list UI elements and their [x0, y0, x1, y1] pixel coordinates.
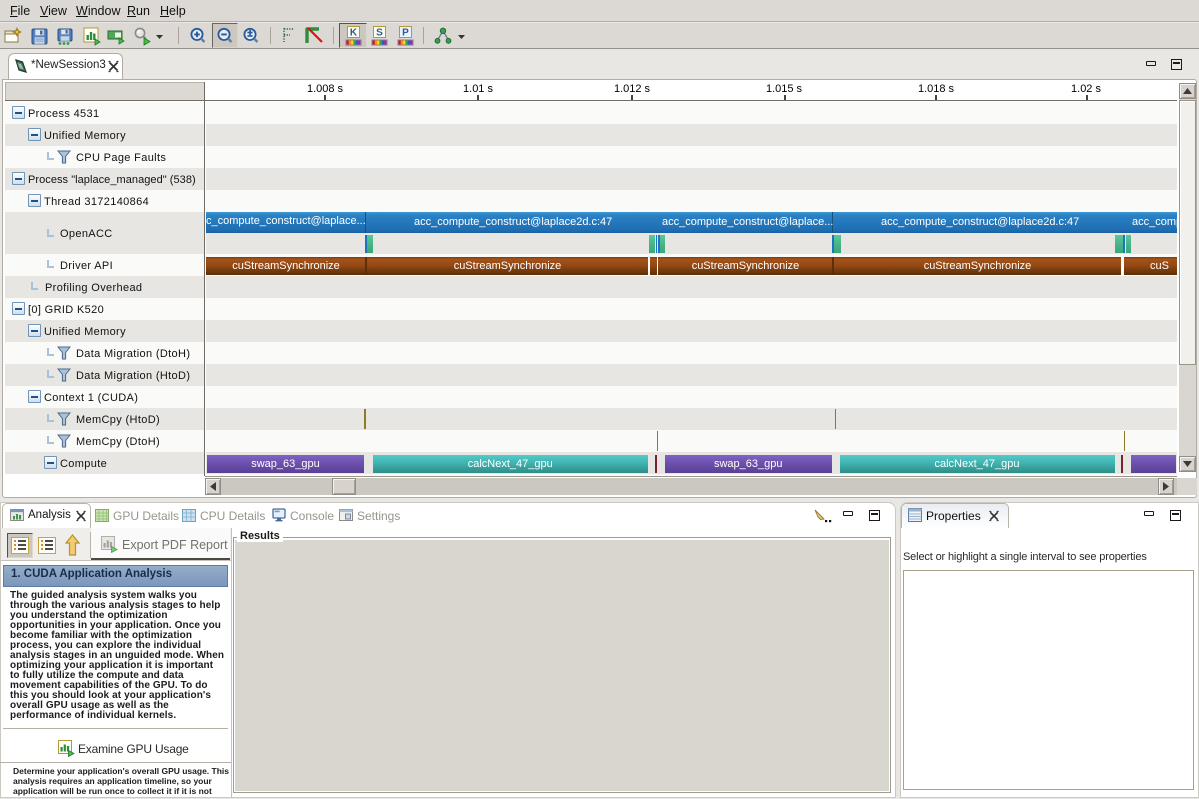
svg-text:S: S — [376, 28, 383, 39]
svg-text:K: K — [350, 28, 358, 39]
svg-text:P: P — [402, 28, 409, 39]
